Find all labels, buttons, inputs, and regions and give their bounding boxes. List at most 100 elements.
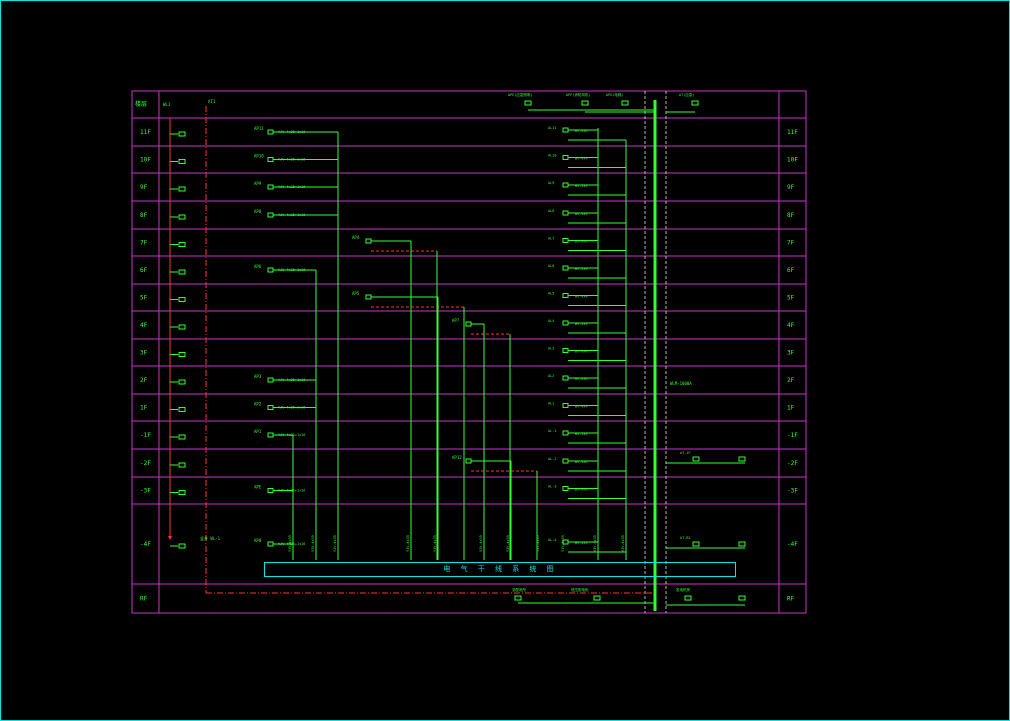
bottom-panel-box (593, 595, 601, 601)
lighting-panel-name: AL5 (548, 292, 554, 296)
panel-box (267, 157, 274, 162)
panel-box (267, 212, 274, 218)
bottom-label: 发电机房 (676, 587, 690, 592)
feeder-vertical-label: YJV-4x35 (621, 535, 625, 552)
top-panel-box (524, 100, 532, 106)
feeder-vertical-label: YJV-4x35 (406, 535, 410, 552)
floor-label-right: -2F (787, 460, 798, 467)
floor-label-left: RF (140, 596, 148, 603)
lighting-panel-name: AL4 (548, 319, 554, 323)
floor-label-left: 2F (140, 377, 148, 384)
lighting-spec: BV-4x4 (575, 129, 588, 133)
panel-box (267, 267, 274, 273)
floor-label-left: 8F (140, 212, 148, 219)
floor-label-right: 3F (787, 350, 795, 357)
lighting-panel-name: AL8 (548, 209, 554, 213)
right-panel-label: AT-B1 (680, 536, 691, 540)
feeder-vertical-label: YJV-4x35 (288, 535, 292, 552)
top-label: APF(消防风机) (566, 92, 591, 97)
panel-box (365, 294, 372, 300)
breaker-symbol (178, 186, 186, 192)
breaker-symbol (178, 242, 186, 247)
top-panel-box (581, 100, 589, 106)
panel-box (365, 238, 372, 244)
panel-box (267, 541, 274, 547)
panel-name: AP9 (254, 181, 262, 186)
panel-name: AP0 (254, 538, 262, 543)
floor-label-left: 4F (140, 322, 148, 329)
panel-name: AP4 (352, 235, 360, 240)
bottom-panel-box (514, 595, 522, 601)
lighting-panel-name: AL6 (548, 264, 554, 268)
riser-top-label-2: AT1 (208, 99, 216, 104)
lighting-panel-name: AL-4 (548, 538, 556, 542)
panel-name: AP7 (452, 318, 460, 323)
breaker-symbol (178, 462, 186, 468)
lighting-panel-name: AL3 (548, 347, 554, 351)
floor-label-right: -1F (787, 432, 798, 439)
top-panel-box (621, 100, 629, 106)
feeder-vertical-label: YJV-4x35 (433, 535, 437, 552)
lighting-spec: BV-4x4 (575, 322, 588, 326)
floor-label-left: -4F (140, 541, 151, 548)
electrical-riser-diagram: 楼层 11F 11F 10F 10F 9F 9F 8F 8F 7F 7F 6F 6F 5F 5F 4F 4F 3F… (131, 90, 807, 614)
breaker-symbol (178, 543, 186, 549)
feeder-vertical-label: YJV-4x35 (593, 535, 597, 552)
breaker-symbol (178, 297, 186, 302)
lighting-panel-box (562, 458, 569, 464)
header-floor-label: 楼层 (135, 100, 147, 108)
panel-box (267, 405, 274, 410)
riser-top-label: WL1 (163, 102, 171, 107)
breaker-symbol (178, 434, 186, 440)
top-label: APE(应急照明) (508, 92, 533, 97)
lighting-panel-name: AL-1 (548, 429, 556, 433)
feeder-vertical-label: YJV-4x35 (561, 535, 565, 552)
right-panel-box (738, 541, 746, 547)
floor-label-left: -1F (140, 432, 151, 439)
lighting-panel-name: AL2 (548, 374, 554, 378)
lighting-spec: BV-4x4 (575, 488, 588, 492)
panel-box (267, 488, 274, 493)
feeder-spec: YJV-4x35+1x16 (278, 268, 305, 272)
panel-box (267, 129, 274, 135)
lighting-spec: BV-4x4 (575, 405, 588, 409)
right-panel-box (692, 456, 700, 462)
floor-label-left: 9F (140, 184, 148, 191)
lighting-panel-box (562, 375, 569, 381)
bottom-panel-box (738, 595, 746, 601)
lighting-spec: BV-4x4 (575, 157, 588, 161)
panel-box (465, 458, 472, 464)
lighting-panel-box (562, 238, 569, 243)
feeder-spec: YJV-4x35+1x16 (278, 130, 305, 134)
lighting-panel-name: AL11 (548, 126, 556, 130)
panel-box (465, 321, 472, 327)
panel-name: AP3 (254, 374, 262, 379)
lighting-spec: BV-4x4 (575, 295, 588, 299)
floor-label-left: -2F (140, 460, 151, 467)
table-border (131, 90, 807, 614)
lighting-panel-box (562, 127, 569, 133)
feeder-spec: YJV-4x35+1x16 (278, 433, 305, 437)
lighting-panel-name: AL10 (548, 154, 556, 158)
lighting-panel-box (562, 182, 569, 188)
lighting-spec: BV-4x4 (575, 267, 588, 271)
bottom-label: 低压配电柜 (571, 587, 589, 592)
lighting-spec: BV-4x4 (575, 541, 588, 545)
floor-label-left: 1F (140, 405, 148, 412)
floor-label-right: 1F (787, 405, 795, 412)
floor-label-right: 7F (787, 240, 795, 247)
feeder-spec: YJV-4x35+1x16 (278, 378, 305, 382)
right-panel-label: AT-1F (680, 451, 691, 455)
floor-label-right: 6F (787, 267, 795, 274)
panel-box (267, 432, 274, 438)
bottom-panel-box (684, 595, 692, 601)
breaker-symbol (178, 324, 186, 330)
floor-label-right: -3F (787, 488, 798, 495)
panel-name: AP5 (352, 291, 360, 296)
breaker-symbol (178, 269, 186, 275)
floor-label-left: 6F (140, 267, 148, 274)
lighting-spec: BV-4x4 (575, 212, 588, 216)
lighting-panel-name: AL1 (548, 402, 554, 406)
feeder-vertical-label: YJV-4x35 (479, 535, 483, 552)
diagram-title: 电 气 干 线 系 统 图 (443, 565, 557, 573)
